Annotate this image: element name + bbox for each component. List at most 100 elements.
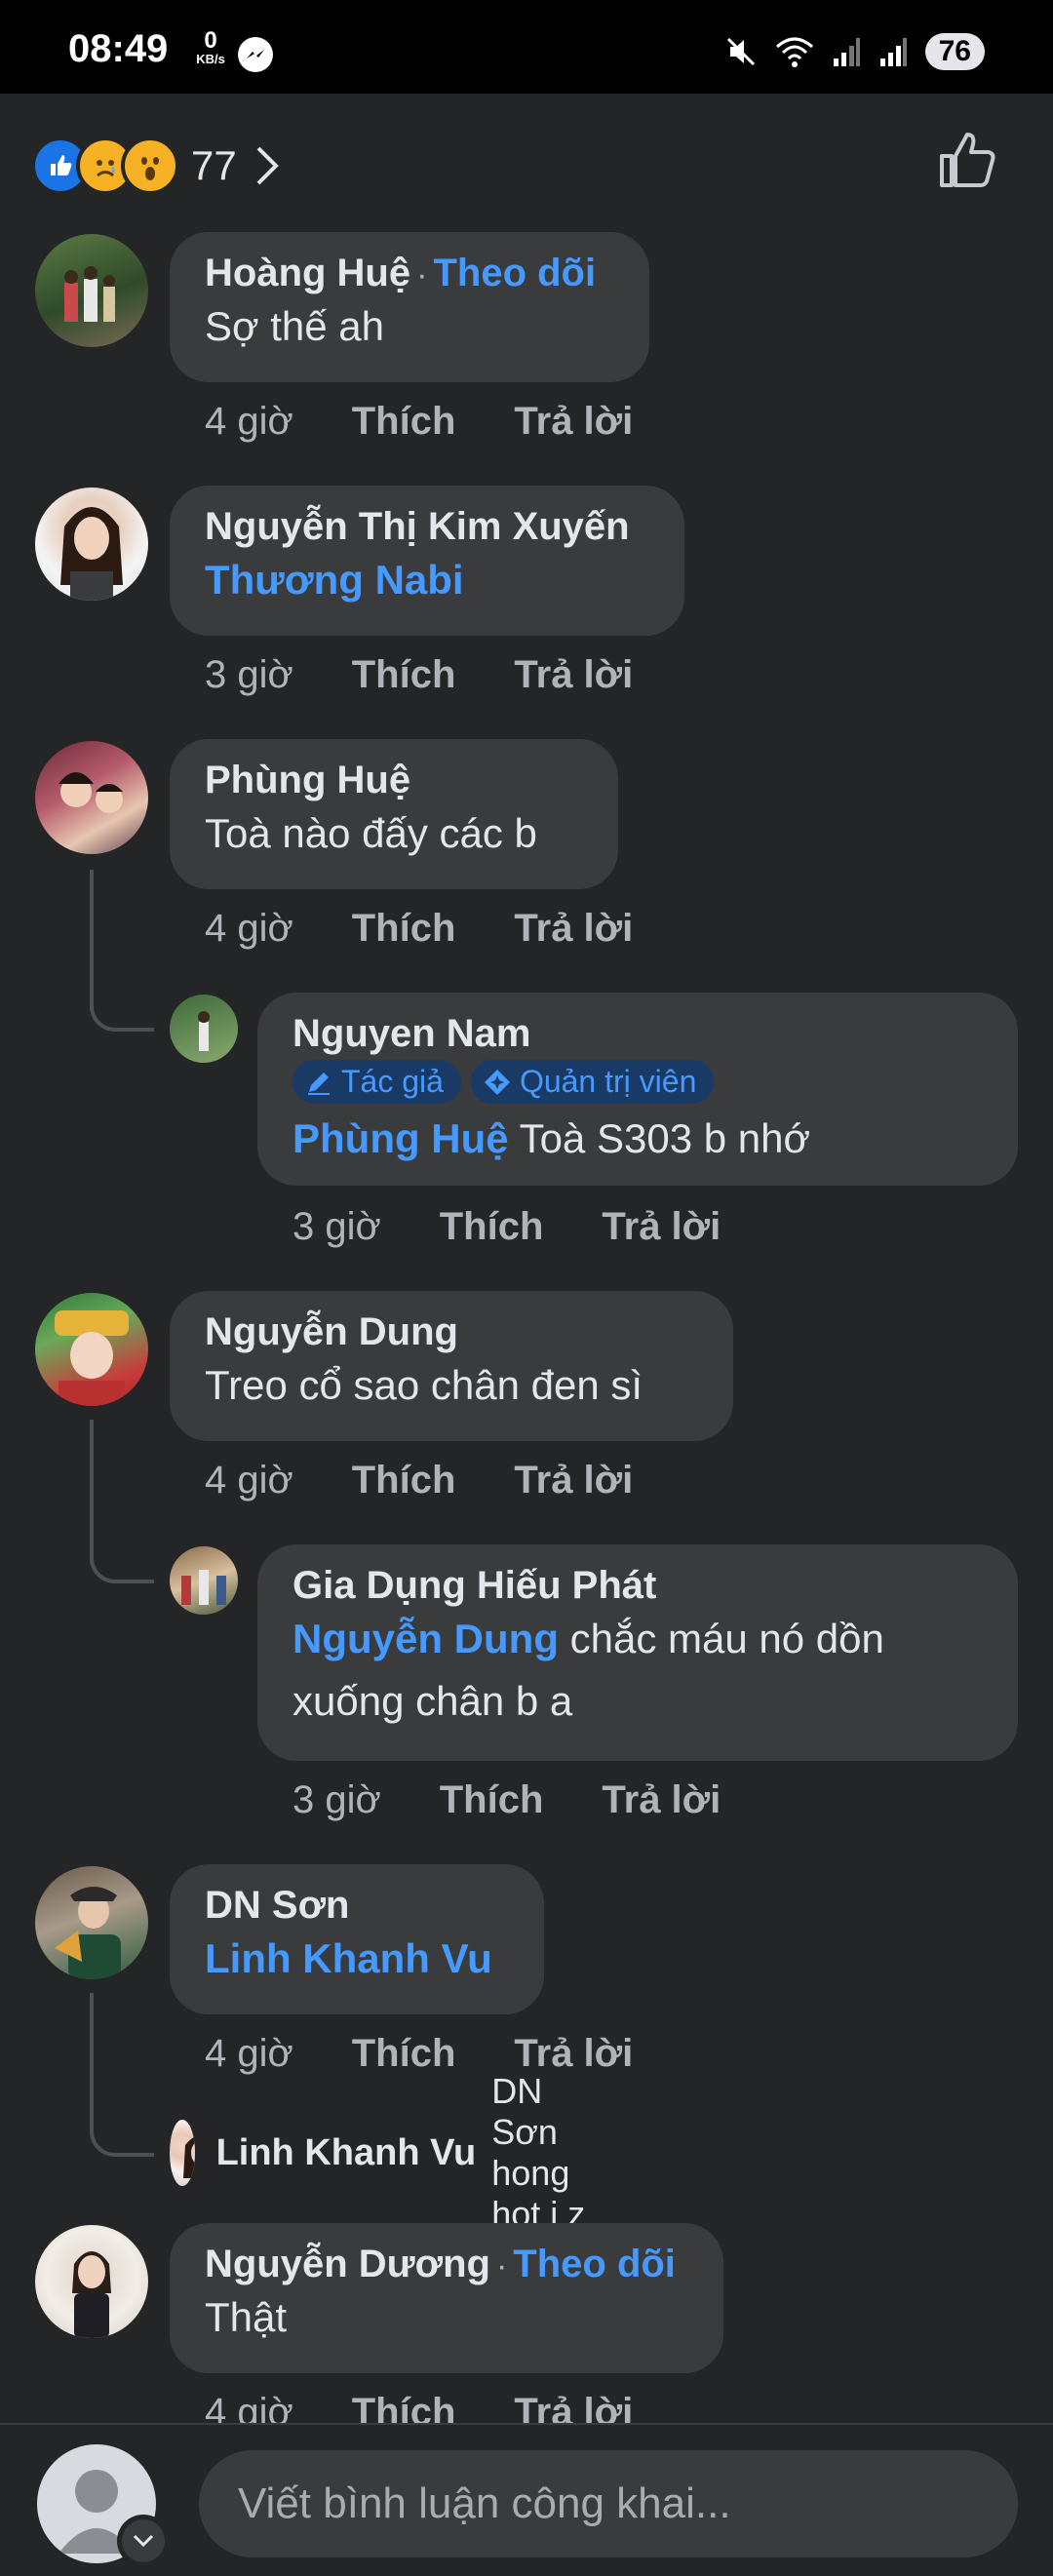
messenger-icon — [238, 37, 273, 72]
signal-icon — [833, 38, 860, 66]
reply-preview-text: DN Sơn hong hot j z — [491, 2071, 586, 2234]
chevron-down-icon — [133, 2534, 154, 2548]
comment-actions: 3 giờ Thích Trả lời — [205, 653, 691, 697]
comment-actions: 4 giờ Thích Trả lời — [205, 400, 691, 444]
comment-author[interactable]: Phùng Huệ — [205, 759, 583, 802]
like-post-button[interactable] — [936, 129, 998, 196]
reply-text-line1: chắc máu nó dồn — [569, 1616, 884, 1661]
like-button[interactable]: Thích — [352, 2032, 456, 2075]
reply-button[interactable]: Trả lời — [602, 1205, 721, 1248]
follow-button[interactable]: Theo dõi — [433, 252, 596, 294]
reply-time: 3 giờ — [292, 1205, 381, 1248]
reply-button[interactable]: Trả lời — [514, 2032, 633, 2075]
comment-actions: 4 giờ Thích Trả lời — [205, 2032, 691, 2076]
network-speed: 0 KB/s — [191, 27, 230, 66]
status-icons: 76 — [724, 33, 985, 70]
mention-link[interactable]: Linh Khanh Vu — [205, 1928, 509, 1990]
reaction-summary[interactable]: 77 — [31, 137, 280, 195]
comment-time: 3 giờ — [205, 653, 293, 696]
admin-icon — [484, 1069, 510, 1095]
comment-text: Treo cổ sao chân đen sì — [205, 1362, 644, 1408]
author-badge-label: Tác giả — [341, 1064, 444, 1099]
admin-badge: Quản trị viên — [470, 1060, 715, 1104]
comment-bubble[interactable]: Nguyễn Dung Treo cổ sao chân đen sì — [170, 1291, 733, 1441]
comment-author[interactable]: DN Sơn — [205, 1884, 509, 1928]
avatar[interactable] — [170, 995, 238, 1063]
reply-preview-author[interactable]: Linh Khanh Vu — [216, 2132, 477, 2174]
reply-preview[interactable]: Linh Khanh Vu DN Sơn hong hot j z — [170, 2071, 611, 2234]
comment-bubble[interactable]: Phùng Huệ Toà nào đấy các b — [170, 739, 618, 889]
reply-text-line2: xuống chân b a — [292, 1678, 573, 1724]
comment-bubble[interactable]: Nguyễn Dương · Theo dõi Thật — [170, 2223, 723, 2373]
thread-connector — [90, 1993, 154, 2157]
like-button[interactable]: Thích — [352, 400, 456, 443]
reply-button[interactable]: Trả lời — [602, 1778, 721, 1821]
wifi-icon — [775, 37, 813, 67]
profile-switch-button[interactable] — [117, 2515, 170, 2567]
mention-link[interactable]: Nguyễn Dung — [292, 1616, 559, 1661]
reply-time: 3 giờ — [292, 1778, 381, 1821]
comment-author[interactable]: Nguyễn Dung — [205, 1310, 698, 1354]
thread-connector — [90, 1420, 154, 1583]
like-button[interactable]: Thích — [352, 907, 456, 950]
comment-input[interactable] — [199, 2450, 1018, 2557]
avatar[interactable] — [35, 234, 148, 347]
separator-dot: · — [416, 256, 428, 293]
author-badges: Tác giả Quản trị viên — [292, 1060, 983, 1104]
reply-button[interactable]: Trả lời — [514, 1459, 633, 1502]
comment-composer — [0, 2423, 1053, 2576]
network-speed-unit: KB/s — [196, 52, 225, 66]
reply-author[interactable]: Gia Dụng Hiếu Phát — [292, 1564, 983, 1608]
separator-dot: · — [495, 2247, 508, 2284]
comment-author[interactable]: Hoàng Huệ — [205, 252, 410, 294]
reply-author[interactable]: Nguyen Nam — [292, 1012, 983, 1056]
comment-author[interactable]: Nguyễn Dương — [205, 2243, 490, 2285]
like-button[interactable]: Thích — [440, 1778, 544, 1821]
signal-icon-2 — [879, 38, 907, 66]
thumbs-up-icon — [940, 133, 995, 187]
reply-button[interactable]: Trả lời — [514, 400, 633, 443]
reply-text: Toà S303 b nhớ — [519, 1115, 811, 1161]
thread-connector — [90, 870, 154, 1032]
avatar[interactable] — [35, 1293, 148, 1406]
comment-time: 4 giờ — [205, 1459, 293, 1502]
follow-button[interactable]: Theo dõi — [513, 2243, 676, 2285]
reply-actions: 3 giờ Thích Trả lời — [292, 1205, 779, 1249]
like-button[interactable]: Thích — [352, 653, 456, 696]
comment-bubble[interactable]: Nguyễn Thị Kim Xuyến Thương Nabi — [170, 486, 684, 636]
avatar — [170, 2120, 195, 2186]
reply-bubble[interactable]: Gia Dụng Hiếu Phát Nguyễn Dung chắc máu … — [257, 1544, 1018, 1761]
battery-indicator: 76 — [924, 33, 985, 70]
comment-author[interactable]: Nguyễn Thị Kim Xuyến — [205, 505, 649, 549]
comment-bubble[interactable]: Hoàng Huệ · Theo dõi Sợ thế ah — [170, 232, 649, 382]
reaction-count: 77 — [191, 142, 237, 188]
mute-icon — [726, 37, 755, 66]
reply-actions: 3 giờ Thích Trả lời — [292, 1778, 779, 1822]
mention-link[interactable]: Thương Nabi — [205, 549, 649, 611]
avatar[interactable] — [35, 1866, 148, 1979]
author-badge: Tác giả — [292, 1060, 461, 1104]
comment-bubble[interactable]: DN Sơn Linh Khanh Vu — [170, 1864, 544, 2014]
chevron-right-icon — [256, 146, 279, 185]
comment-actions: 4 giờ Thích Trả lời — [205, 1459, 691, 1503]
avatar[interactable] — [35, 741, 148, 854]
status-time: 08:49 — [68, 27, 169, 70]
wow-icon — [121, 137, 179, 195]
comment-time: 4 giờ — [205, 400, 293, 443]
pencil-icon — [308, 1072, 330, 1095]
comment-time: 4 giờ — [205, 907, 293, 950]
network-speed-value: 0 — [204, 27, 217, 54]
avatar[interactable] — [35, 2225, 148, 2338]
comment-text: Sợ thế ah — [205, 303, 384, 349]
like-button[interactable]: Thích — [440, 1205, 544, 1248]
comment-actions: 4 giờ Thích Trả lời — [205, 907, 691, 951]
mention-link[interactable]: Phùng Huệ — [292, 1115, 509, 1161]
reply-button[interactable]: Trả lời — [514, 907, 633, 950]
avatar[interactable] — [170, 1546, 238, 1615]
comment-text: Thật — [205, 2294, 288, 2340]
reply-button[interactable]: Trả lời — [514, 653, 633, 696]
like-button[interactable]: Thích — [352, 1459, 456, 1502]
reply-bubble[interactable]: Nguyen Nam Tác giả Quản trị viên Phùng H… — [257, 993, 1018, 1186]
avatar[interactable] — [35, 488, 148, 601]
comment-text: Toà nào đấy các b — [205, 810, 537, 856]
